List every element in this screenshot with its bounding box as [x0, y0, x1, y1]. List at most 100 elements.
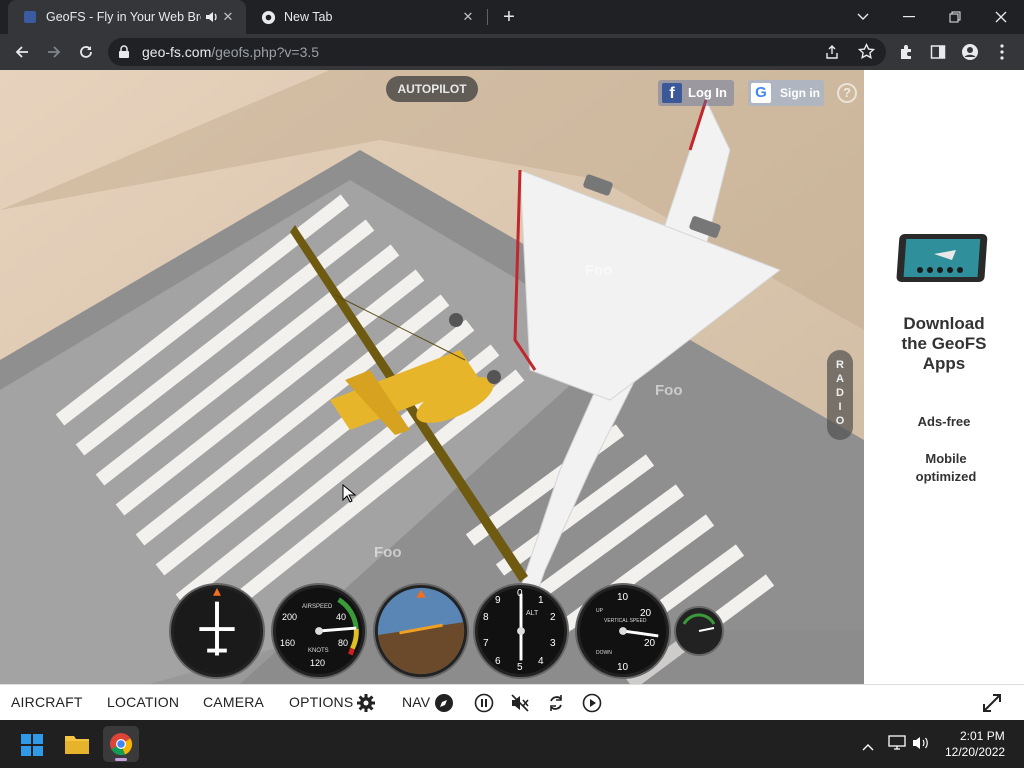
facebook-login-button[interactable]: f Log In — [658, 80, 734, 106]
ad-line-mobile: Mobile optimized — [915, 451, 977, 484]
forward-arrow-icon[interactable] — [42, 40, 66, 64]
options-menu-button[interactable]: OPTIONS — [289, 694, 353, 710]
gear-icon[interactable] — [356, 693, 376, 713]
chrome-taskbar-icon[interactable] — [103, 726, 139, 762]
file-explorer-icon[interactable] — [64, 733, 90, 760]
google-signin-button[interactable]: G Sign in — [748, 80, 824, 106]
tab-geofs[interactable]: GeoFS - Fly in Your Web Browser ✕ — [8, 0, 246, 34]
mouse-cursor-icon — [342, 484, 356, 503]
restore-icon[interactable] — [932, 0, 978, 34]
airspeed-tick: 160 — [280, 638, 296, 648]
altimeter-tick: 3 — [550, 638, 556, 649]
extensions-puzzle-icon[interactable] — [894, 40, 918, 64]
altimeter-tick: 1 — [538, 595, 544, 606]
help-question-icon[interactable]: ? — [837, 83, 857, 103]
airspeed-title: AIRSPEED — [302, 604, 333, 610]
clock-time[interactable]: 2:01 PM — [960, 729, 1005, 743]
ad-panel[interactable]: Download the GeoFS Apps Ads-free Mobile … — [864, 70, 1024, 684]
bookmark-star-icon[interactable] — [857, 42, 876, 65]
back-arrow-icon[interactable] — [10, 40, 34, 64]
airspeed-tick: 120 — [310, 658, 326, 668]
minimize-icon[interactable] — [886, 0, 932, 34]
altimeter-title: ALT — [526, 610, 539, 617]
volume-icon[interactable] — [912, 735, 930, 756]
chrome-favicon-icon — [260, 9, 276, 25]
mute-icon[interactable] — [510, 693, 530, 713]
browser-tab-strip: GeoFS - Fly in Your Web Browser ✕ New Ta… — [0, 0, 1024, 34]
altimeter-tick: 0 — [517, 588, 523, 599]
compass-icon[interactable] — [434, 693, 454, 713]
location-menu-button[interactable]: LOCATION — [107, 694, 179, 710]
google-logo-icon: G — [751, 83, 771, 103]
altimeter-tick: 6 — [495, 656, 501, 667]
airspeed-tick: 200 — [282, 612, 298, 622]
share-icon[interactable] — [824, 44, 840, 65]
ad-title[interactable]: Download the GeoFS Apps — [864, 314, 1024, 374]
tab-title: GeoFS - Fly in Your Web Browser — [46, 10, 201, 24]
sim-bottom-menu: AIRCRAFT LOCATION CAMERA OPTIONS NAV — [0, 684, 1024, 720]
instrument-panel: AIRSPEED KNOTS 40 80 120 160 200 ALT 0 1… — [168, 582, 728, 682]
geofs-favicon-icon — [22, 9, 38, 25]
facebook-login-label: Log In — [688, 85, 727, 100]
ghost-label: Foo — [655, 382, 683, 399]
airspeed-unit: KNOTS — [308, 648, 329, 654]
tab-audio-icon[interactable] — [204, 9, 220, 28]
vs-up-label: UP — [596, 608, 603, 614]
heading-indicator-gauge — [168, 582, 266, 680]
facebook-logo-icon: f — [662, 83, 682, 103]
airspeed-tick: 80 — [338, 638, 349, 648]
vs-tick: 20 — [644, 638, 656, 649]
vs-down-label: DOWN — [596, 650, 612, 656]
vs-tick: 10 — [617, 592, 629, 603]
address-bar[interactable]: geo-fs.com/geofs.php?v=3.5 — [108, 38, 886, 66]
altimeter-tick: 5 — [517, 662, 523, 673]
clock-date[interactable]: 12/20/2022 — [945, 745, 1005, 759]
reset-icon[interactable] — [546, 693, 566, 713]
close-tab-icon[interactable]: ✕ — [460, 9, 476, 25]
play-icon[interactable] — [582, 693, 602, 713]
nav-menu-button[interactable]: NAV — [402, 694, 430, 710]
kebab-menu-icon[interactable] — [990, 40, 1014, 64]
close-window-icon[interactable] — [978, 0, 1024, 34]
close-tab-icon[interactable]: ✕ — [220, 9, 236, 25]
altimeter-tick: 8 — [483, 612, 489, 623]
vs-tick: 20 — [640, 608, 652, 619]
ghost-label: Foo — [374, 544, 402, 561]
aircraft-menu-button[interactable]: AIRCRAFT — [11, 694, 83, 710]
pause-icon[interactable] — [474, 693, 494, 713]
fullscreen-icon[interactable] — [982, 693, 1002, 713]
lock-icon[interactable] — [118, 45, 130, 64]
altimeter-tick: 9 — [495, 595, 501, 606]
url-host: geo-fs.com — [142, 44, 212, 60]
flight-sim-viewport[interactable]: Foo Foo Foo AUTOPILOT f Log In G Sign in… — [0, 70, 864, 684]
browser-toolbar: geo-fs.com/geofs.php?v=3.5 — [0, 34, 1024, 70]
altimeter-tick: 7 — [483, 638, 489, 649]
airspeed-tick: 40 — [336, 612, 347, 622]
ghost-label: Foo — [585, 262, 613, 279]
camera-menu-button[interactable]: CAMERA — [203, 694, 264, 710]
attitude-indicator-gauge — [372, 582, 470, 680]
radio-panel-tab[interactable]: RADIO — [827, 350, 853, 440]
vs-tick: 10 — [617, 662, 629, 673]
start-windows-icon[interactable] — [20, 733, 44, 762]
show-hidden-icons-chevron-icon[interactable] — [862, 738, 874, 756]
windows-taskbar: 2:01 PM 12/20/2022 — [0, 720, 1024, 768]
tablet-app-image — [896, 234, 988, 282]
rpm-gauge — [674, 606, 724, 656]
url-text: geo-fs.com/geofs.php?v=3.5 — [142, 44, 319, 60]
url-path: /geofs.php?v=3.5 — [211, 44, 320, 60]
side-panel-icon[interactable] — [926, 40, 950, 64]
autopilot-button[interactable]: AUTOPILOT — [386, 76, 478, 102]
tab-new-tab[interactable]: New Tab ✕ — [246, 0, 486, 34]
altimeter-tick: 2 — [550, 612, 556, 623]
ad-line-ads-free: Ads-free — [917, 414, 971, 429]
tab-separator — [487, 9, 488, 25]
network-icon[interactable] — [888, 735, 906, 756]
altimeter-tick: 4 — [538, 656, 544, 667]
google-signin-label: Sign in — [780, 86, 820, 100]
reload-icon[interactable] — [74, 40, 98, 64]
tab-search-chevron-icon[interactable] — [840, 0, 886, 34]
new-tab-plus-icon[interactable]: + — [500, 7, 518, 27]
profile-icon[interactable] — [958, 40, 982, 64]
tab-title: New Tab — [284, 10, 333, 24]
